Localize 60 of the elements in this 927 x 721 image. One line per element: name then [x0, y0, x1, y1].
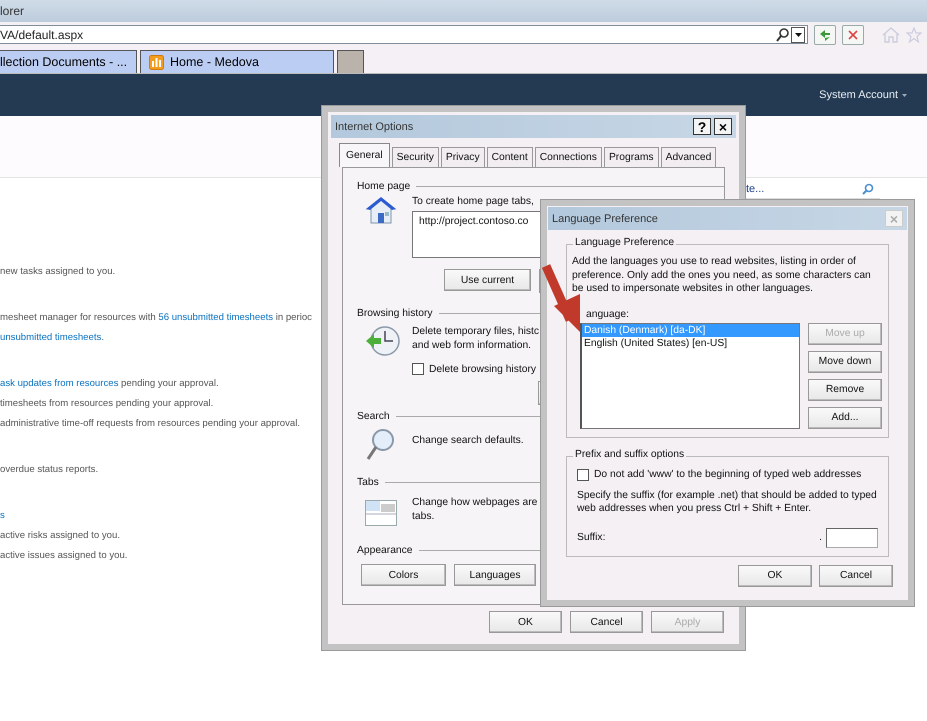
browser-tab[interactable]: Home - Medova	[140, 50, 334, 73]
tab[interactable]: Programs	[604, 147, 659, 167]
dialog-button[interactable]: OK	[738, 564, 812, 586]
tab[interactable]: Privacy	[440, 147, 485, 167]
help-button[interactable]: ?	[693, 118, 711, 135]
dialog-title: Internet Options	[335, 120, 414, 132]
checkbox-label: Do not add 'www' to the beginning of typed web addresses	[594, 469, 862, 480]
dialog-button[interactable]: Cancel	[819, 564, 893, 586]
tab[interactable]: Advanced	[660, 147, 716, 167]
tab[interactable]: Connections	[534, 147, 602, 167]
checkbox-label: Delete browsing history	[429, 364, 536, 374]
window-title: lorer	[0, 4, 24, 18]
colors-button[interactable]: Colors	[361, 564, 446, 586]
link[interactable]: s	[0, 510, 5, 521]
link[interactable]: unsubmitted timesheets	[0, 332, 102, 343]
message-text: timesheets from resources pending your approval.	[0, 397, 214, 411]
description-text: Add the languages you use to read websites, listing in order of preference. Only add the ones you need, as some characters can be used to impersonate websites in other languages.	[572, 255, 872, 296]
section-heading: Browsing history	[357, 308, 433, 318]
link[interactable]: ask updates from resources	[0, 378, 118, 389]
description-text: Change how webpages are	[412, 496, 538, 510]
description-text: tabs.	[412, 510, 434, 524]
section-heading: Home page	[357, 180, 410, 192]
field-label: Suffix:	[577, 532, 606, 543]
description-text: To create home page tabs,	[412, 195, 534, 209]
list-button[interactable]: Add...	[808, 406, 882, 428]
list-item[interactable]: English (United States) [en-US]	[582, 336, 799, 350]
section-heading: Search	[357, 410, 390, 422]
address-field[interactable]: VA/default.aspx	[0, 25, 808, 44]
list-button[interactable]: Move down	[808, 350, 882, 372]
message-text: unsubmitted timesheets.	[0, 331, 104, 345]
message-text: ask updates from resources pending your approval.	[0, 377, 219, 391]
tab[interactable]: Security	[392, 147, 439, 167]
tab[interactable]: Content	[486, 147, 533, 167]
group-label: Prefix and suffix options	[573, 448, 686, 460]
message-text: active risks assigned to you.	[0, 529, 120, 543]
account-menu[interactable]: System Account	[819, 89, 907, 101]
dialog-button[interactable]: Cancel	[570, 611, 643, 633]
language-list[interactable]: Danish (Denmark) [da-DK] English (United States) [en-US]	[580, 322, 800, 428]
list-button[interactable]: Remove	[808, 378, 882, 400]
message-text: new tasks assigned to you.	[0, 265, 116, 279]
description-text: and web form information.	[412, 339, 532, 353]
group-label: Language Preference	[573, 237, 676, 248]
link[interactable]: 56 unsubmitted timesheets	[158, 312, 274, 323]
browser-tab[interactable]: llection Documents - ...	[0, 50, 137, 73]
tab[interactable]: General	[339, 143, 390, 167]
description-text: Delete temporary files, histc	[412, 325, 540, 339]
description-text: Change search defaults.	[412, 434, 524, 448]
message-text: active issues assigned to you.	[0, 549, 128, 563]
message-text: overdue status reports.	[0, 463, 98, 477]
message-text: mesheet manager for resources with 56 unsubmitted timesheets in perioc	[0, 311, 312, 325]
section-heading: Appearance	[357, 544, 413, 556]
list-label: anguage:	[586, 308, 630, 320]
section-heading: Tabs	[357, 476, 379, 488]
message-text: administrative time-off requests from resources pending your approval.	[0, 417, 300, 431]
description-text: Specify the suffix (for example .net) that should be added to typed web addresses when you press Ctrl + Shift + Enter.	[577, 488, 878, 516]
use-current-button[interactable]: Use current	[444, 269, 531, 291]
close-button[interactable]: ×	[714, 118, 732, 135]
languages-button[interactable]: Languages	[454, 564, 536, 586]
dot-text: .	[819, 532, 822, 543]
dialog-button[interactable]: OK	[489, 611, 562, 633]
